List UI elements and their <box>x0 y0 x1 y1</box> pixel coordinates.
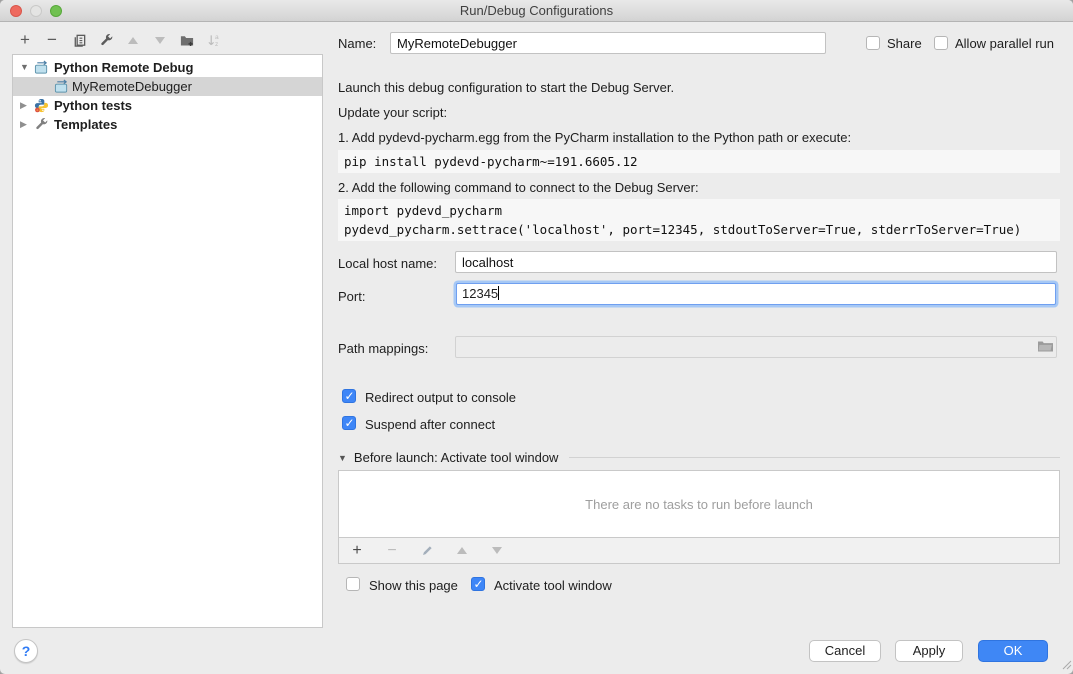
settrace-code-line-1: import pydevd_pycharm <box>344 203 502 218</box>
local-host-name-label: Local host name: <box>338 256 437 271</box>
templates-wrench-icon <box>34 117 49 137</box>
section-divider <box>569 457 1060 458</box>
before-launch-title: Before launch: Activate tool window <box>354 450 559 465</box>
chevron-down-icon[interactable]: ▼ <box>338 453 347 463</box>
window-title: Run/Debug Configurations <box>0 0 1073 21</box>
edit-task-icon[interactable] <box>418 542 436 560</box>
instruction-line-2: Update your script: <box>338 105 447 120</box>
svg-text:z: z <box>214 41 217 48</box>
move-task-up-icon[interactable] <box>453 542 471 560</box>
share-label[interactable]: Share <box>887 36 922 51</box>
configurations-toolbar: + − az <box>16 30 223 50</box>
chevron-right-icon[interactable]: ▶ <box>20 96 27 115</box>
move-down-icon[interactable] <box>151 31 169 49</box>
titlebar: Run/Debug Configurations <box>0 0 1073 22</box>
sort-alphabetically-icon[interactable]: az <box>205 31 223 49</box>
suspend-after-connect-label[interactable]: Suspend after connect <box>365 417 495 432</box>
tree-item-label: MyRemoteDebugger <box>72 77 192 96</box>
settrace-code: import pydevd_pycharm pydevd_pycharm.set… <box>338 199 1060 241</box>
tree-item-label: Python Remote Debug <box>54 58 193 77</box>
cancel-button[interactable]: Cancel <box>809 640 881 662</box>
chevron-right-icon[interactable]: ▶ <box>20 115 27 134</box>
remove-configuration-icon[interactable]: − <box>43 31 61 49</box>
run-debug-configurations-dialog: Run/Debug Configurations + − az ▼ Python… <box>0 0 1073 674</box>
allow-parallel-run-checkbox[interactable] <box>934 36 948 50</box>
settrace-code-line-2: pydevd_pycharm.settrace('localhost', por… <box>344 222 1021 237</box>
local-host-name-input[interactable] <box>455 251 1057 273</box>
zoom-window-button[interactable] <box>50 5 62 17</box>
instruction-step-2: 2. Add the following command to connect … <box>338 180 699 195</box>
copy-configuration-icon[interactable] <box>70 31 88 49</box>
share-checkbox[interactable] <box>866 36 880 50</box>
path-mappings-label: Path mappings: <box>338 341 428 356</box>
resize-grip[interactable] <box>1060 658 1072 673</box>
allow-parallel-run-label[interactable]: Allow parallel run <box>955 36 1054 51</box>
add-configuration-icon[interactable]: + <box>16 31 34 49</box>
port-value: 12345 <box>462 286 498 301</box>
edit-defaults-wrench-icon[interactable] <box>97 31 115 49</box>
browse-folder-icon[interactable] <box>1037 339 1054 357</box>
apply-button[interactable]: Apply <box>895 640 963 662</box>
minimize-window-button[interactable] <box>30 5 42 17</box>
suspend-after-connect-checkbox[interactable] <box>342 416 356 430</box>
move-up-icon[interactable] <box>124 31 142 49</box>
before-launch-section-header[interactable]: ▼ Before launch: Activate tool window <box>338 450 1060 465</box>
add-task-icon[interactable]: + <box>348 542 366 560</box>
tree-item-templates[interactable]: ▶ Templates <box>13 115 322 134</box>
tree-item-python-tests[interactable]: ▶ Python tests <box>13 96 322 115</box>
pip-install-code: pip install pydevd-pycharm~=191.6605.12 <box>338 150 1060 173</box>
configurations-tree: ▼ Python Remote Debug MyRemoteDebugger ▶ <box>12 54 323 628</box>
remove-task-icon[interactable]: − <box>383 542 401 560</box>
tree-item-label: Python tests <box>54 96 132 115</box>
close-window-button[interactable] <box>10 5 22 17</box>
instruction-step-1: 1. Add pydevd-pycharm.egg from the PyCha… <box>338 130 851 145</box>
redirect-output-checkbox[interactable] <box>342 389 356 403</box>
activate-tool-window-label[interactable]: Activate tool window <box>494 578 612 593</box>
move-task-down-icon[interactable] <box>488 542 506 560</box>
activate-tool-window-checkbox[interactable] <box>471 577 485 591</box>
svg-text:a: a <box>214 34 218 41</box>
show-this-page-checkbox[interactable] <box>346 577 360 591</box>
before-launch-task-list[interactable]: There are no tasks to run before launch <box>338 470 1060 538</box>
tree-item-label: Templates <box>54 115 117 134</box>
path-mappings-input[interactable] <box>455 336 1057 358</box>
redirect-output-label[interactable]: Redirect output to console <box>365 390 516 405</box>
name-label: Name: <box>338 36 376 51</box>
help-button[interactable]: ? <box>14 639 38 663</box>
show-this-page-label[interactable]: Show this page <box>369 578 458 593</box>
new-folder-icon[interactable] <box>178 31 196 49</box>
port-label: Port: <box>338 289 365 304</box>
instruction-line-1: Launch this debug configuration to start… <box>338 80 674 95</box>
before-launch-toolbar: + − <box>338 537 1060 564</box>
tree-item-myremotedebugger[interactable]: MyRemoteDebugger <box>13 77 322 96</box>
ok-button[interactable]: OK <box>978 640 1048 662</box>
port-input[interactable]: 12345 <box>456 283 1056 305</box>
name-input[interactable] <box>390 32 826 54</box>
chevron-down-icon[interactable]: ▼ <box>20 58 29 77</box>
tree-item-python-remote-debug[interactable]: ▼ Python Remote Debug <box>13 58 322 77</box>
empty-tasks-text: There are no tasks to run before launch <box>585 497 813 512</box>
text-caret <box>498 286 499 300</box>
